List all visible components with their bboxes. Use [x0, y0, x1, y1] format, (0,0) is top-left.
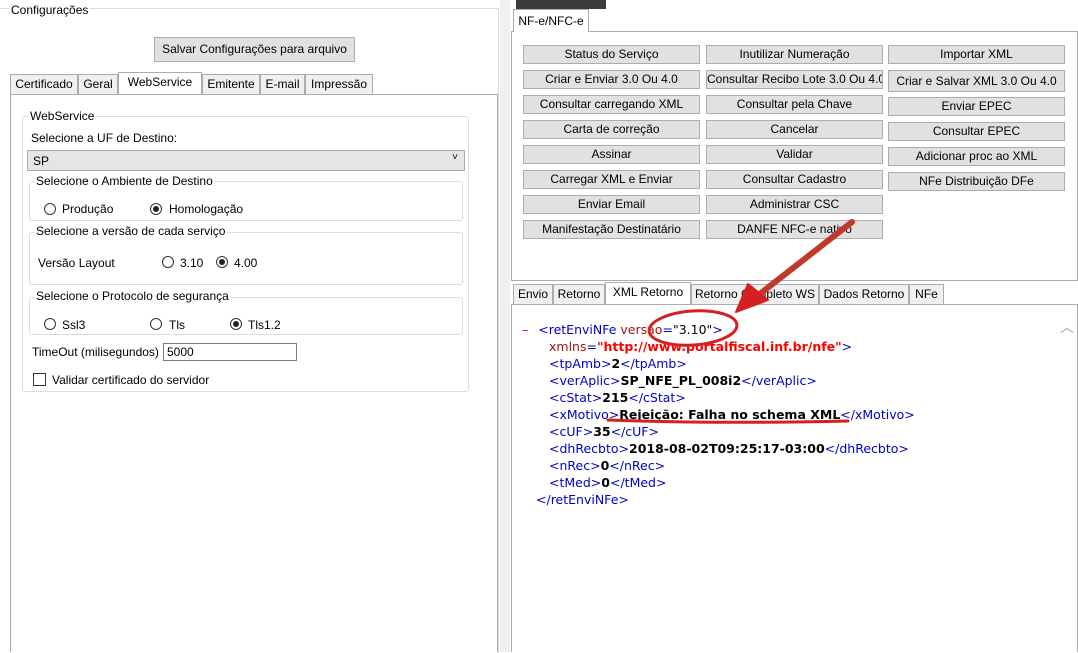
- tab-nfe[interactable]: NFe: [909, 284, 944, 304]
- tab-impressao[interactable]: Impressão: [305, 74, 373, 94]
- tab-geral[interactable]: Geral: [78, 74, 118, 94]
- radio-ssl3-label: Ssl3: [62, 318, 86, 332]
- xml-element-tpamb: <tpAmb>2</tpAmb>: [549, 356, 687, 371]
- tab-xml-retorno[interactable]: XML Retorno: [605, 282, 691, 304]
- xml-element-cuf: <cUF>35</cUF>: [549, 424, 659, 439]
- xml-element-veraplic: <verAplic>SP_NFE_PL_008i2</verAplic>: [549, 373, 817, 388]
- validar-certificado-checkbox[interactable]: [33, 373, 46, 386]
- timeout-label: TimeOut (milisegundos): [32, 345, 159, 359]
- tab-webservice[interactable]: WebService: [118, 72, 202, 94]
- consultar-carregando-xml-button[interactable]: Consultar carregando XML: [523, 95, 700, 114]
- scroll-up-icon[interactable]: ︿: [1060, 317, 1074, 337]
- timeout-input-value: 5000: [167, 345, 194, 359]
- radio-homologacao[interactable]: [150, 203, 162, 215]
- versao-title: Selecione a versão de cada serviço: [34, 224, 228, 238]
- consultar-recibo-lote-button[interactable]: Consultar Recibo Lote 3.0 Ou 4.0: [706, 70, 883, 89]
- right-panel: NF-e/NFC-e Status do Serviço Criar e Env…: [510, 9, 1078, 652]
- xml-versao-attr: versao: [620, 322, 663, 337]
- xml-element-xmotivo: <xMotivo>Rejeição: Falha no schema XML</…: [549, 407, 915, 422]
- tab-nfe-nfce[interactable]: NF-e/NFC-e: [513, 9, 589, 32]
- xml-xmlns-value: "http://www.portalfiscal.inf.br/nfe": [596, 339, 842, 354]
- consultar-pela-chave-button[interactable]: Consultar pela Chave: [706, 95, 883, 114]
- cancelar-button[interactable]: Cancelar: [706, 120, 883, 139]
- tab-dados-retorno[interactable]: Dados Retorno: [819, 284, 909, 304]
- radio-versao-310-label: 3.10: [180, 256, 204, 270]
- tab-envio[interactable]: Envio: [513, 284, 553, 304]
- xml-element-cstat: <cStat>215</cStat>: [549, 390, 686, 405]
- protocolo-title: Selecione o Protocolo de segurança: [34, 289, 231, 303]
- radio-versao-400-label: 4.00: [234, 256, 258, 270]
- tab-retorno[interactable]: Retorno: [553, 284, 605, 304]
- xml-element-dhrecbto: <dhRecbto>2018-08-02T09:25:17-03:00</dhR…: [549, 441, 909, 456]
- uf-label: Selecione a UF de Destino:: [31, 131, 178, 145]
- settings-tabs: Certificado Geral WebService Emitente E-…: [10, 72, 498, 96]
- radio-versao-400[interactable]: [216, 256, 228, 268]
- tab-emitente[interactable]: Emitente: [202, 74, 260, 94]
- window-splitter[interactable]: [500, 0, 510, 652]
- webservice-group-title: WebService: [28, 109, 97, 123]
- assinar-button[interactable]: Assinar: [523, 145, 700, 164]
- xml-element-tmed: <tMed>0</tMed>: [549, 475, 667, 490]
- radio-tls-label: Tls: [169, 318, 185, 332]
- uf-select-value: SP: [33, 154, 50, 168]
- xml-root-tag: retEnviNFe: [548, 322, 617, 337]
- configuracoes-title: Configurações: [9, 3, 91, 17]
- radio-tls[interactable]: [150, 318, 162, 330]
- carregar-xml-enviar-button[interactable]: Carregar XML e Enviar: [523, 170, 700, 189]
- importar-xml-button[interactable]: Importar XML: [888, 45, 1065, 64]
- consultar-epec-button[interactable]: Consultar EPEC: [888, 122, 1065, 141]
- radio-homologacao-label: Homologação: [169, 202, 244, 216]
- save-config-button[interactable]: Salvar Configurações para arquivo: [154, 37, 355, 62]
- radio-tls12-label: Tls1.2: [248, 318, 281, 332]
- radio-ssl3[interactable]: [44, 318, 56, 330]
- xml-xmlns-attr: xmlns: [549, 339, 587, 354]
- xml-line-xmlns: xmlns="http://www.portalfiscal.inf.br/nf…: [549, 339, 853, 354]
- uf-select[interactable]: SP ˅: [27, 150, 465, 171]
- tab-email[interactable]: E-mail: [260, 74, 305, 94]
- radio-producao[interactable]: [44, 203, 56, 215]
- xml-element-nrec: <nRec>0</nRec>: [549, 458, 666, 473]
- tab-certificado[interactable]: Certificado: [10, 74, 78, 94]
- xml-line-root-close: </retEnviNFe>: [536, 492, 629, 507]
- criar-enviar-button[interactable]: Criar e Enviar 3.0 Ou 4.0: [523, 70, 700, 89]
- ambiente-title: Selecione o Ambiente de Destino: [34, 174, 215, 188]
- manifestacao-destinatario-button[interactable]: Manifestação Destinatário: [523, 220, 700, 239]
- top-dark-bar: [516, 0, 606, 9]
- versao-layout-label: Versão Layout: [38, 256, 115, 270]
- administrar-csc-button[interactable]: Administrar CSC: [706, 195, 883, 214]
- result-tabs: Envio Retorno XML Retorno Retorno Comple…: [513, 282, 1078, 306]
- carta-correcao-button[interactable]: Carta de correção: [523, 120, 700, 139]
- left-panel: Configurações Salvar Configurações para …: [0, 0, 500, 653]
- tab-retorno-completo-ws[interactable]: Retorno Completo WS: [691, 284, 819, 304]
- xml-collapse-icon[interactable]: –: [522, 322, 528, 337]
- danfe-nfce-nativo-button[interactable]: DANFE NFC-e nativo: [706, 220, 883, 239]
- radio-tls12[interactable]: [230, 318, 242, 330]
- adicionar-proc-xml-button[interactable]: Adicionar proc ao XML: [888, 147, 1065, 166]
- radio-producao-label: Produção: [62, 202, 114, 216]
- status-servico-button[interactable]: Status do Serviço: [523, 45, 700, 64]
- xml-versao-value: "3.10": [672, 322, 713, 337]
- criar-salvar-xml-button[interactable]: Criar e Salvar XML 3.0 Ou 4.0: [888, 70, 1065, 92]
- enviar-epec-button[interactable]: Enviar EPEC: [888, 97, 1065, 116]
- chevron-down-icon: ˅: [452, 152, 458, 163]
- xml-line-root: – <retEnviNFe versao="3.10">: [522, 322, 723, 337]
- timeout-input[interactable]: 5000: [163, 343, 297, 361]
- consultar-cadastro-button[interactable]: Consultar Cadastro: [706, 170, 883, 189]
- inutilizar-numeracao-button[interactable]: Inutilizar Numeração: [706, 45, 883, 64]
- enviar-email-button[interactable]: Enviar Email: [523, 195, 700, 214]
- validar-button[interactable]: Validar: [706, 145, 883, 164]
- radio-versao-310[interactable]: [162, 256, 174, 268]
- nfe-distribuicao-dfe-button[interactable]: NFe Distribuição DFe: [888, 172, 1065, 191]
- validar-certificado-label: Validar certificado do servidor: [52, 373, 210, 387]
